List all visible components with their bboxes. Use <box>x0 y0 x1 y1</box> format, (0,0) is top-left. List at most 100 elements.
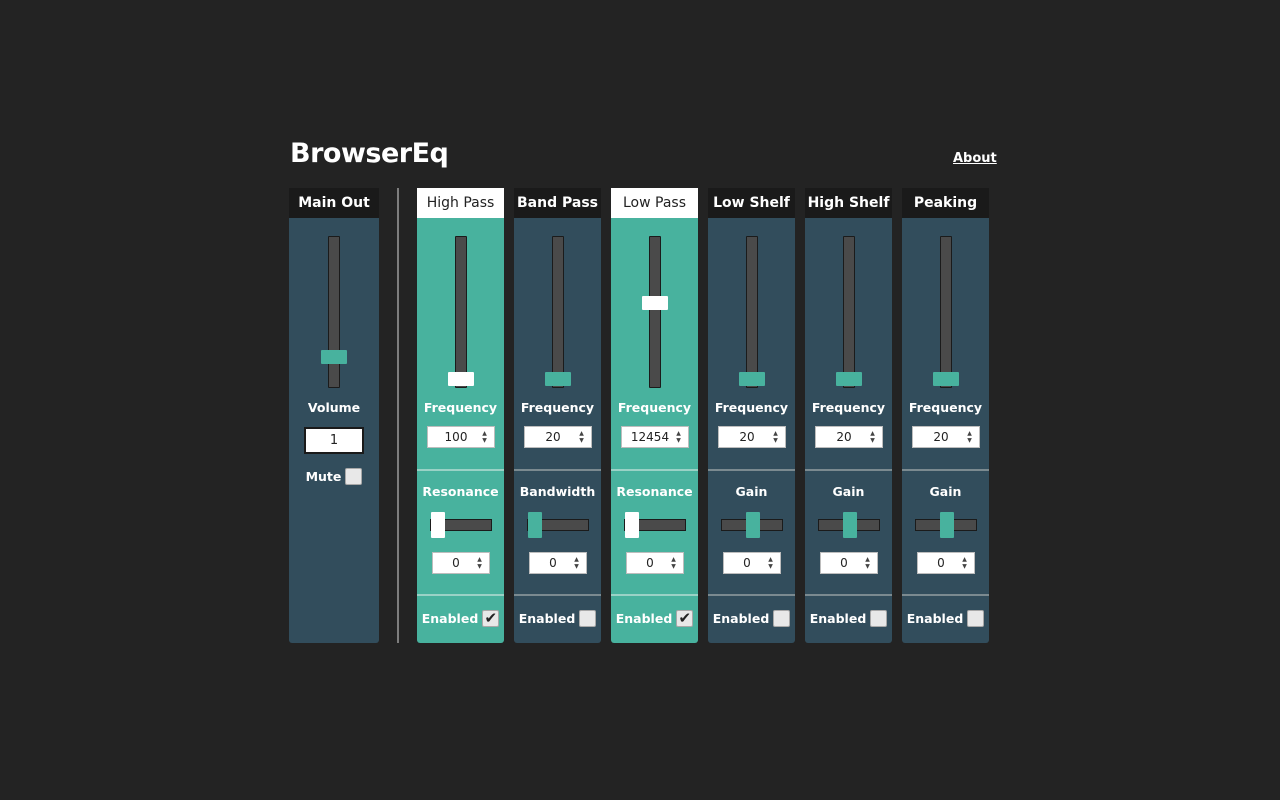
spin-arrows-icon[interactable]: ▲ ▼ <box>576 429 588 445</box>
section-separator <box>611 594 698 596</box>
section-separator <box>708 469 795 471</box>
high-pass-param-label: Resonance <box>422 484 499 499</box>
spin-arrows-icon[interactable]: ▲ ▼ <box>673 429 685 445</box>
spin-arrows-icon[interactable]: ▲ ▼ <box>770 429 782 445</box>
low-shelf-enabled-row: Enabled <box>708 610 795 627</box>
high-pass-panel: High Pass Frequency 100 ▲ ▼ Resonance 0 ▲… <box>417 188 504 643</box>
low-shelf-param-input[interactable]: 0 ▲ ▼ <box>722 552 781 574</box>
peaking-param-label: Gain <box>929 484 962 499</box>
section-separator <box>514 469 601 471</box>
spin-arrows-icon[interactable]: ▲ ▼ <box>474 555 486 571</box>
spin-arrows-icon[interactable]: ▲ ▼ <box>959 555 971 571</box>
peaking-param-slider[interactable] <box>914 512 977 538</box>
peaking-enabled-checkbox[interactable] <box>967 610 985 627</box>
band-pass-title: Band Pass <box>514 188 601 218</box>
band-pass-frequency-slider[interactable] <box>544 236 571 388</box>
low-shelf-frequency-thumb[interactable] <box>738 372 765 387</box>
peaking-param-thumb[interactable] <box>939 512 954 538</box>
low-shelf-param-thumb[interactable] <box>745 512 760 538</box>
low-shelf-param-value: 0 <box>743 556 751 570</box>
high-shelf-title: High Shelf <box>805 188 892 218</box>
spin-arrows-icon[interactable]: ▲ ▼ <box>765 555 777 571</box>
high-pass-param-slider[interactable] <box>429 512 492 538</box>
main-out-title: Main Out <box>289 188 379 218</box>
volume-slider-thumb[interactable] <box>321 349 347 364</box>
low-shelf-frequency-value: 20 <box>739 430 755 444</box>
high-shelf-param-thumb[interactable] <box>842 512 857 538</box>
low-pass-param-value: 0 <box>646 556 654 570</box>
band-pass-param-thumb[interactable] <box>527 512 542 538</box>
high-shelf-frequency-slider[interactable] <box>835 236 862 388</box>
low-shelf-panel: Low Shelf Frequency 20 ▲ ▼ Gain 0 ▲ ▼ Enab… <box>708 188 795 643</box>
low-shelf-param-slider[interactable] <box>720 512 783 538</box>
mute-label: Mute <box>305 469 342 484</box>
low-shelf-title: Low Shelf <box>708 188 795 218</box>
high-shelf-enabled-checkbox[interactable] <box>870 610 888 627</box>
band-pass-frequency-thumb[interactable] <box>544 372 571 387</box>
high-shelf-frequency-thumb[interactable] <box>835 372 862 387</box>
low-shelf-frequency-slider[interactable] <box>738 236 765 388</box>
high-pass-param-input[interactable]: 0 ▲ ▼ <box>431 552 490 574</box>
spin-arrows-icon[interactable]: ▲ ▼ <box>867 429 879 445</box>
spin-arrows-icon[interactable]: ▲ ▼ <box>668 555 680 571</box>
low-pass-param-label: Resonance <box>616 484 693 499</box>
high-shelf-param-slider[interactable] <box>817 512 880 538</box>
band-pass-param-input[interactable]: 0 ▲ ▼ <box>528 552 587 574</box>
high-pass-enabled-label: Enabled <box>421 611 479 626</box>
peaking-frequency-input[interactable]: 20 ▲ ▼ <box>911 426 980 448</box>
volume-slider[interactable] <box>321 236 347 388</box>
band-pass-enabled-checkbox[interactable] <box>579 610 597 627</box>
low-pass-frequency-label: Frequency <box>617 400 692 415</box>
high-shelf-frequency-input[interactable]: 20 ▲ ▼ <box>814 426 883 448</box>
about-link[interactable]: About <box>953 151 997 166</box>
low-pass-enabled-checkbox[interactable]: ✔ <box>676 610 694 627</box>
spin-arrows-icon[interactable]: ▲ ▼ <box>862 555 874 571</box>
peaking-frequency-thumb[interactable] <box>932 372 959 387</box>
panel-divider <box>397 188 399 643</box>
low-shelf-enabled-label: Enabled <box>712 611 770 626</box>
low-shelf-frequency-input[interactable]: 20 ▲ ▼ <box>717 426 786 448</box>
spin-arrows-icon[interactable]: ▲ ▼ <box>571 555 583 571</box>
high-shelf-param-label: Gain <box>832 484 865 499</box>
high-pass-frequency-slider[interactable] <box>447 236 474 388</box>
high-pass-frequency-thumb[interactable] <box>447 372 474 387</box>
peaking-enabled-row: Enabled <box>902 610 989 627</box>
peaking-frequency-slider[interactable] <box>932 236 959 388</box>
high-shelf-param-input[interactable]: 0 ▲ ▼ <box>819 552 878 574</box>
high-pass-frequency-input[interactable]: 100 ▲ ▼ <box>426 426 495 448</box>
low-pass-enabled-row: Enabled ✔ <box>611 610 698 627</box>
low-pass-panel: Low Pass Frequency 12454 ▲ ▼ Resonance 0 … <box>611 188 698 643</box>
volume-input[interactable]: 1 <box>304 427 364 454</box>
low-pass-frequency-value: 12454 <box>630 430 670 444</box>
band-pass-param-label: Bandwidth <box>519 484 596 499</box>
checkmark-icon: ✔ <box>484 609 498 627</box>
spin-arrows-icon[interactable]: ▲ ▼ <box>479 429 491 445</box>
high-pass-enabled-checkbox[interactable]: ✔ <box>482 609 500 627</box>
section-separator <box>514 594 601 596</box>
high-shelf-frequency-value: 20 <box>836 430 852 444</box>
band-pass-frequency-input[interactable]: 20 ▲ ▼ <box>523 426 592 448</box>
spin-arrows-icon[interactable]: ▲ ▼ <box>964 429 976 445</box>
peaking-param-input[interactable]: 0 ▲ ▼ <box>916 552 975 574</box>
band-pass-param-slider[interactable] <box>526 512 589 538</box>
low-shelf-param-label: Gain <box>735 484 768 499</box>
peaking-enabled-label: Enabled <box>906 611 964 626</box>
low-pass-frequency-input[interactable]: 12454 ▲ ▼ <box>620 426 689 448</box>
section-separator <box>417 469 504 471</box>
low-pass-enabled-label: Enabled <box>615 611 673 626</box>
high-shelf-enabled-row: Enabled <box>805 610 892 627</box>
mute-checkbox[interactable] <box>345 468 363 485</box>
low-pass-param-input[interactable]: 0 ▲ ▼ <box>625 552 684 574</box>
high-pass-param-thumb[interactable] <box>430 512 445 538</box>
low-pass-param-slider[interactable] <box>623 512 686 538</box>
low-shelf-enabled-checkbox[interactable] <box>773 610 791 627</box>
high-pass-frequency-value: 100 <box>444 430 468 444</box>
low-pass-frequency-slider[interactable] <box>641 236 668 388</box>
low-pass-param-thumb[interactable] <box>624 512 639 538</box>
high-shelf-enabled-label: Enabled <box>809 611 867 626</box>
main-out-panel: Main Out Volume 1 Mute <box>289 188 379 643</box>
high-pass-title: High Pass <box>417 188 504 218</box>
peaking-frequency-value: 20 <box>933 430 949 444</box>
low-pass-frequency-thumb[interactable] <box>641 296 668 311</box>
band-pass-enabled-label: Enabled <box>518 611 576 626</box>
